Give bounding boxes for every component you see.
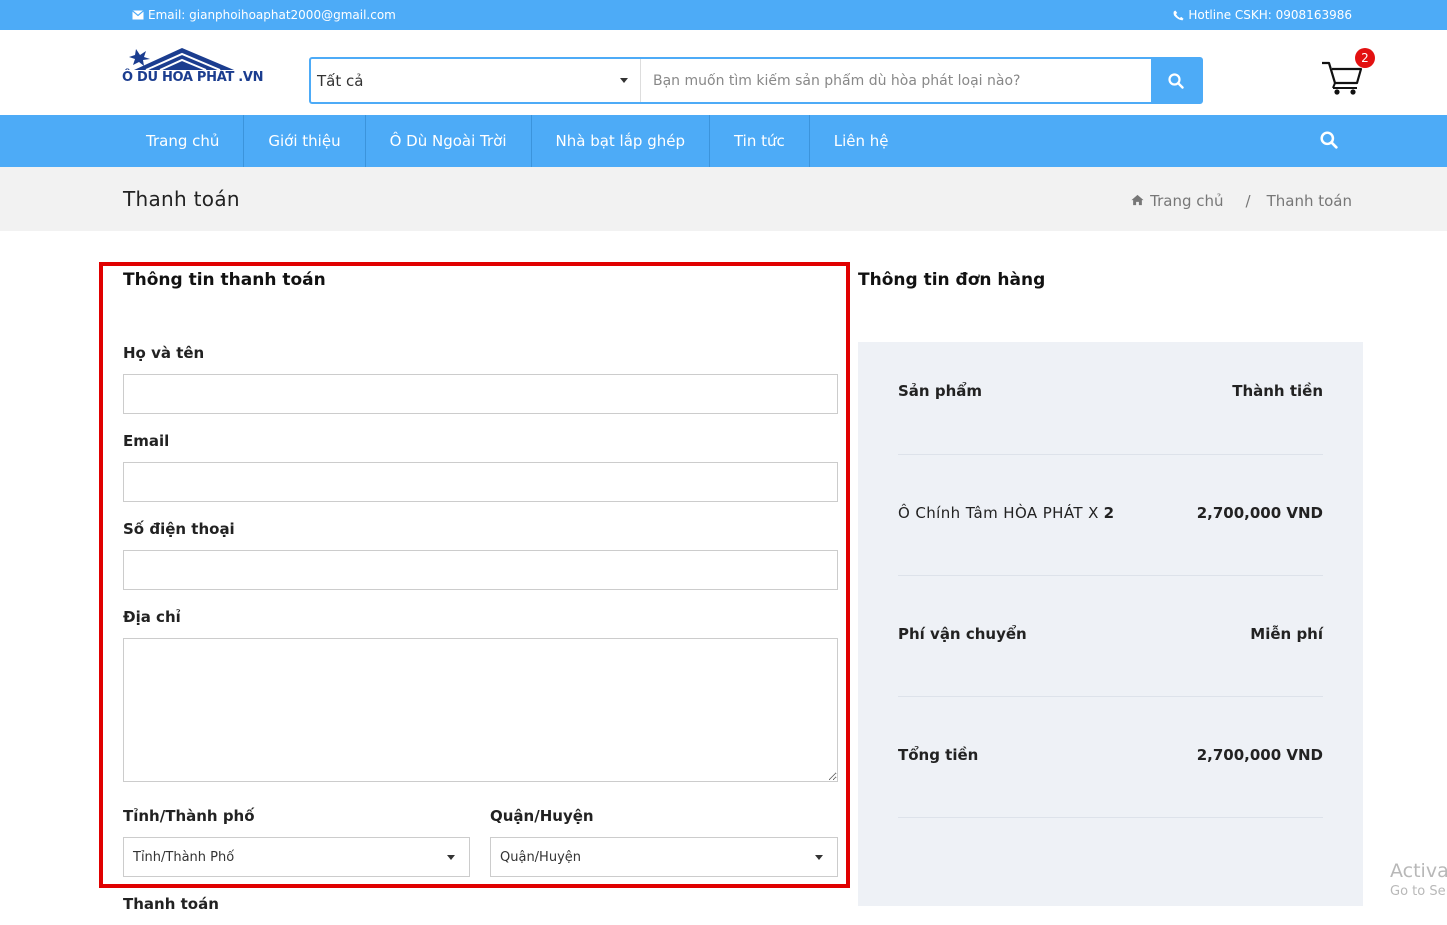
phone-field[interactable] — [123, 550, 838, 590]
name-field[interactable] — [123, 374, 838, 414]
address-label: Địa chỉ — [123, 608, 181, 626]
district-label: Quận/Huyện — [490, 807, 594, 825]
grand-total-label: Tổng tiền — [898, 746, 979, 764]
breadcrumb-band: Thanh toán Trang chủ / Thanh toán — [0, 167, 1447, 231]
address-field[interactable] — [123, 638, 838, 782]
payment-label: Thanh toán — [123, 895, 219, 913]
order-summary: Sản phẩm Thành tiền Ô Chính Tâm HÒA PHÁT… — [858, 342, 1363, 906]
logo-roof-icon — [129, 48, 234, 71]
main-nav: Trang chủ Giới thiệu Ô Dù Ngoài Trời Nhà… — [0, 115, 1447, 167]
product-name: Ô Chính Tâm HÒA PHÁT X — [898, 504, 1099, 522]
site-logo[interactable]: Ô DÙ HÒA PHÁT .VN — [122, 45, 264, 90]
breadcrumb: Trang chủ / Thanh toán — [1131, 192, 1352, 210]
product-column-header: Sản phẩm — [898, 382, 982, 400]
name-label: Họ và tên — [123, 344, 205, 362]
caret-down-icon — [447, 854, 455, 860]
nav-item-contact[interactable]: Liên hệ — [810, 115, 913, 167]
search-icon — [1320, 131, 1338, 149]
summary-divider — [898, 817, 1323, 818]
search-category-value: Tất cả — [317, 71, 364, 90]
logo-text: Ô DÙ HÒA PHÁT .VN — [122, 70, 264, 85]
caret-down-icon — [815, 854, 823, 860]
nav-item-about[interactable]: Giới thiệu — [244, 115, 366, 167]
site-header: Ô DÙ HÒA PHÁT .VN Tất cả 2 — [0, 30, 1447, 115]
nav-search-button[interactable] — [1320, 131, 1338, 153]
top-email-text: Email: gianphoihoaphat2000@gmail.com — [148, 8, 396, 22]
caret-down-icon — [620, 78, 628, 83]
shipping-value: Miễn phí — [1250, 625, 1323, 643]
total-column-header: Thành tiền — [1232, 382, 1323, 400]
summary-divider — [898, 575, 1323, 576]
cart-count-badge: 2 — [1355, 48, 1375, 68]
nav-item-outdoor-umbrellas[interactable]: Ô Dù Ngoài Trời — [366, 115, 532, 167]
grand-total-row: Tổng tiền 2,700,000 VND — [898, 746, 1323, 764]
summary-divider — [898, 454, 1323, 455]
district-select[interactable]: Quận/Huyện — [490, 837, 838, 877]
order-item: Ô Chính Tâm HÒA PHÁT X 2 — [898, 504, 1114, 522]
breadcrumb-separator: / — [1245, 192, 1251, 210]
search-button[interactable] — [1151, 59, 1201, 102]
cart-button[interactable]: 2 — [1320, 48, 1375, 100]
nav-item-home[interactable]: Trang chủ — [122, 115, 245, 167]
search-bar: Tất cả — [309, 57, 1203, 104]
shipping-row: Phí vận chuyển Miễn phí — [898, 625, 1323, 643]
shipping-label: Phí vận chuyển — [898, 625, 1027, 643]
phone-label: Số điện thoại — [123, 520, 235, 538]
grand-total-value: 2,700,000 VND — [1196, 746, 1323, 764]
province-select-value: Tỉnh/Thành Phố — [133, 849, 235, 865]
summary-divider — [898, 696, 1323, 697]
nav-item-news[interactable]: Tin tức — [710, 115, 810, 167]
breadcrumb-current: Thanh toán — [1266, 192, 1352, 210]
top-hotline-text: Hotline CSKH: 0908163986 — [1188, 8, 1352, 22]
search-category-select[interactable]: Tất cả — [311, 59, 641, 102]
billing-heading: Thông tin thanh toán — [123, 270, 326, 290]
top-hotline[interactable]: Hotline CSKH: 0908163986 — [1173, 8, 1352, 22]
phone-icon — [1173, 9, 1184, 21]
product-quantity: 2 — [1103, 504, 1114, 522]
district-select-value: Quận/Huyện — [500, 849, 582, 865]
province-label: Tỉnh/Thành phố — [123, 807, 255, 825]
page-title: Thanh toán — [123, 187, 240, 211]
top-bar: Email: gianphoihoaphat2000@gmail.com Hot… — [0, 0, 1447, 30]
envelope-icon — [132, 10, 144, 20]
order-item-row: Ô Chính Tâm HÒA PHÁT X 2 2,700,000 VND — [898, 504, 1323, 522]
order-heading: Thông tin đơn hàng — [858, 270, 1046, 290]
product-total: 2,700,000 VND — [1196, 504, 1323, 522]
search-icon — [1168, 72, 1184, 89]
province-select[interactable]: Tỉnh/Thành Phố — [123, 837, 470, 877]
breadcrumb-home-link[interactable]: Trang chủ — [1150, 192, 1223, 210]
email-field[interactable] — [123, 462, 838, 502]
watermark-line-2: Go to Se — [1390, 884, 1446, 899]
top-email[interactable]: Email: gianphoihoaphat2000@gmail.com — [132, 8, 396, 22]
search-input[interactable] — [641, 59, 1151, 102]
home-icon — [1131, 192, 1144, 210]
nav-item-tents[interactable]: Nhà bạt lắp ghép — [532, 115, 710, 167]
watermark-line-1: Activat — [1390, 860, 1447, 882]
summary-header-row: Sản phẩm Thành tiền — [898, 382, 1323, 400]
activation-watermark: Activat Go to Se — [1390, 860, 1447, 899]
email-label: Email — [123, 432, 170, 450]
